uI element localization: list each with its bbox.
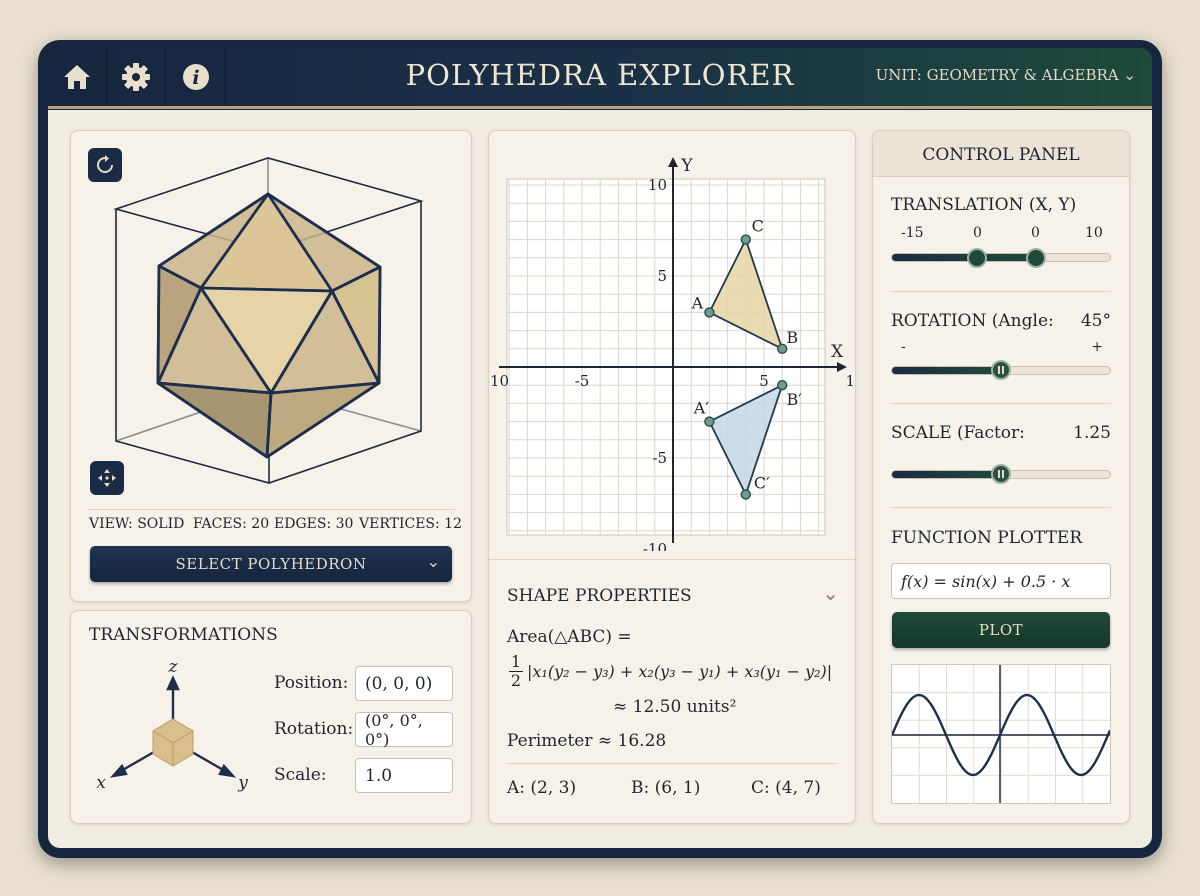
translation-label: TRANSLATION (X, Y) xyxy=(891,195,1077,215)
divider xyxy=(87,509,455,510)
divider xyxy=(489,559,855,560)
vertex-point[interactable] xyxy=(704,307,715,318)
vertex-point[interactable] xyxy=(777,343,788,355)
y-tick-label: -5 xyxy=(652,449,667,467)
rotation-label: Rotation: xyxy=(274,719,354,739)
axis-z-label: z xyxy=(168,657,179,677)
translation-tick-y: 0 xyxy=(1031,225,1040,241)
translation-tick-x: 0 xyxy=(973,225,982,241)
scale-field[interactable]: 1.0 xyxy=(355,758,453,793)
rotation-plus: + xyxy=(1091,339,1103,355)
axis-gizmo: z x y xyxy=(96,657,248,793)
translation-tick-max: 10 xyxy=(1085,225,1103,241)
divider xyxy=(507,763,837,764)
plot-label: PLOT xyxy=(978,621,1024,639)
area-fraction: 1 2 xyxy=(509,653,523,690)
scale-factor-value: 1.25 xyxy=(1073,423,1111,443)
control-panel-title: CONTROL PANEL xyxy=(922,145,1080,165)
point-c-coords: C: (4, 7) xyxy=(751,778,821,798)
vertex-label: A xyxy=(691,293,704,312)
axis-y-label: y xyxy=(237,773,248,793)
edges-count: EDGES: 30 xyxy=(274,516,354,532)
x-tick-label: 10 xyxy=(845,372,855,390)
chevron-down-icon: ⌄ xyxy=(1123,66,1136,84)
rotation-angle-value: 45° xyxy=(1080,311,1111,331)
axis-x-label: x xyxy=(96,773,106,793)
x-axis-label: X xyxy=(831,342,844,362)
collapse-properties-button[interactable]: ⌄ xyxy=(822,581,839,605)
scale-label: Scale: xyxy=(274,765,327,785)
vertex-label: C′ xyxy=(754,473,770,492)
polyhedron-viewport[interactable] xyxy=(71,131,471,501)
chevron-down-icon: ⌄ xyxy=(426,552,440,571)
vertex-point[interactable] xyxy=(740,234,751,245)
position-field[interactable]: (0, 0, 0) xyxy=(355,666,453,701)
unit-label: UNIT: GEOMETRY & ALGEBRA xyxy=(875,66,1119,84)
rotation-angle-label: ROTATION (Angle: xyxy=(891,311,1054,331)
point-b-coords: B: (6, 1) xyxy=(631,778,701,798)
translation-tick-min: -15 xyxy=(901,225,924,241)
divider xyxy=(891,291,1111,292)
divider xyxy=(891,507,1111,508)
vertex-label: C xyxy=(752,217,764,236)
plot-button[interactable]: PLOT xyxy=(892,612,1110,648)
fraction-denominator: 2 xyxy=(509,671,523,690)
perimeter-value: Perimeter ≈ 16.28 xyxy=(507,731,667,751)
area-heading: Area(△ABC) = xyxy=(507,627,632,647)
grid xyxy=(506,178,826,536)
icosahedron xyxy=(156,192,382,459)
vertices-count: VERTICES: 12 xyxy=(359,516,462,532)
vertex-label: A′ xyxy=(693,399,710,418)
point-a-coords: A: (2, 3) xyxy=(507,778,577,798)
vertex-point[interactable] xyxy=(740,489,751,500)
scale-fill xyxy=(892,471,1001,478)
function-plot xyxy=(891,664,1111,804)
graph-panel: X Y -10 -5 5 10 10 5 -5 -10 A B C A′ B′ C′ SHAPE PROPER… xyxy=(488,130,856,824)
translation-y-knob[interactable] xyxy=(1026,248,1046,268)
view-mode: VIEW: SOLID xyxy=(89,516,185,532)
rotation-knob[interactable] xyxy=(991,360,1011,380)
y-tick-label: -10 xyxy=(643,540,667,551)
rotation-fill xyxy=(892,367,1001,374)
select-polyhedron-label: SELECT POLYHEDRON xyxy=(175,555,367,573)
select-polyhedron-button[interactable]: SELECT POLYHEDRON ⌄ xyxy=(90,546,452,582)
translation-x-knob[interactable] xyxy=(967,248,987,268)
viewer-panel: VIEW: SOLID FACES: 20 EDGES: 30 VERTICES… xyxy=(70,130,472,602)
y-tick-label: 10 xyxy=(648,176,667,194)
x-tick-label: -5 xyxy=(575,372,590,390)
translation-fill xyxy=(892,254,1036,261)
area-value: ≈ 12.50 units² xyxy=(613,697,737,717)
rotation-field[interactable]: (0°, 0°, 0°) xyxy=(355,711,453,749)
y-axis-label: Y xyxy=(680,156,693,176)
fraction-numerator: 1 xyxy=(510,652,522,671)
faces-count: FACES: 20 xyxy=(193,516,270,532)
scale-knob[interactable] xyxy=(991,464,1011,484)
area-formula: |x₁(y₂ − y₃) + x₂(y₃ − y₁) + x₃(y₁ − y₂)… xyxy=(527,662,833,681)
scale-factor-label: SCALE (Factor: xyxy=(891,423,1025,443)
position-label: Position: xyxy=(274,673,349,693)
function-input[interactable]: f(x) = sin(x) + 0.5 · x xyxy=(891,563,1111,599)
vertex-label: B xyxy=(786,328,798,347)
x-tick-label: 5 xyxy=(759,372,769,390)
transformations-panel: TRANSFORMATIONS z x y Position: (0, 0, 0… xyxy=(70,610,472,824)
x-tick-label: -10 xyxy=(489,372,509,390)
function-plotter-label: FUNCTION PLOTTER xyxy=(891,528,1083,548)
unit-dropdown[interactable]: UNIT: GEOMETRY & ALGEBRA ⌄ xyxy=(876,66,1136,84)
rotation-minus: - xyxy=(901,339,906,355)
vertex-label: B′ xyxy=(787,390,803,409)
divider xyxy=(891,403,1111,404)
transformations-title: TRANSFORMATIONS xyxy=(89,625,278,645)
shape-properties-title: SHAPE PROPERTIES xyxy=(507,586,692,606)
vertex-point[interactable] xyxy=(777,379,788,391)
y-tick-label: 5 xyxy=(657,267,667,285)
translation-slider[interactable] xyxy=(891,253,1111,262)
control-panel: CONTROL PANEL TRANSLATION (X, Y) -15 0 0… xyxy=(872,130,1130,824)
coordinate-plane[interactable]: X Y -10 -5 5 10 10 5 -5 -10 A B C A′ B′ C′ xyxy=(489,131,855,551)
vertex-point[interactable] xyxy=(704,416,715,427)
